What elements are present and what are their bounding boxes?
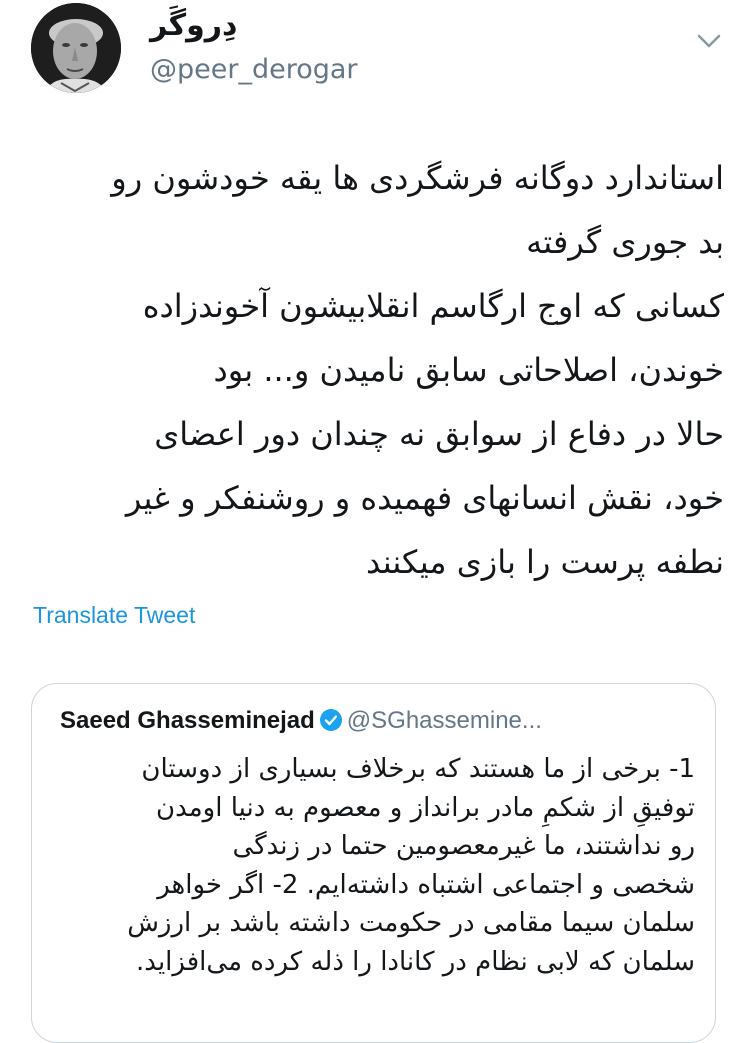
- translate-tweet-link[interactable]: Translate Tweet: [33, 602, 195, 629]
- quoted-text-line: توفیقِ از شکمِ مادر برانداز و معصوم به د…: [156, 792, 695, 823]
- tweet-text-line: خود، نقش انسانهای فهمیده و روشنفکر و غیر: [125, 479, 724, 517]
- tweet-text-line: کسانی که اوج ارگاسم انقلابیشون آخوندزاده: [142, 287, 724, 325]
- tweet-text-line: حالا در دفاع از سوابق نه چندان دور اعضای: [154, 415, 724, 453]
- quoted-author-handle: @SGhassemine...: [346, 707, 542, 734]
- quoted-author-name: Saeed Ghasseminejad: [60, 707, 315, 734]
- tweet-text-line: بد جوری گرفته: [526, 223, 724, 261]
- person-portrait-avatar-icon: [31, 3, 121, 93]
- quoted-text-line: 1- برخی از ما هستند که برخلاف بسیاری از …: [141, 754, 695, 784]
- verified-badge-icon: [319, 708, 343, 732]
- quoted-text-line: شخصی و اجتماعی اشتباه داشته‌ایم. 2- اگر …: [157, 869, 695, 900]
- chevron-down-icon[interactable]: [693, 24, 725, 56]
- author-display-name[interactable]: دِروگَر: [150, 6, 237, 46]
- quoted-tweet-card[interactable]: Saeed Ghasseminejad @SGhassemine... 1- بر…: [31, 683, 716, 1043]
- quoted-text-line: سلمان که لابی نظام در کانادا را ذله کرده…: [136, 946, 695, 977]
- tweet-text-line: استاندارد دوگانه فرشگردی ها یقه خودشون ر…: [111, 159, 724, 197]
- author-handle[interactable]: @peer_derogar: [150, 52, 358, 88]
- tweet-text-line: خوندن، اصلاحاتی سابق نامیدن و... بود: [213, 351, 724, 389]
- quoted-text-line: رو نداشتند، ما غیرمعصومین حتما در زندگی: [232, 831, 695, 861]
- tweet-text-line: نطفه پرست را بازی میکنند: [365, 543, 724, 581]
- avatar[interactable]: [31, 3, 121, 93]
- quoted-tweet-header: Saeed Ghasseminejad @SGhassemine...: [60, 706, 542, 736]
- tweet-text: استاندارد دوگانه فرشگردی ها یقه خودشون ر…: [28, 146, 724, 594]
- quoted-tweet-text: 1- برخی از ما هستند که برخلاف بسیاری از …: [70, 750, 695, 981]
- quoted-text-line: سلمان سیما مقامی در حکومت داشته باشد بر …: [127, 908, 695, 938]
